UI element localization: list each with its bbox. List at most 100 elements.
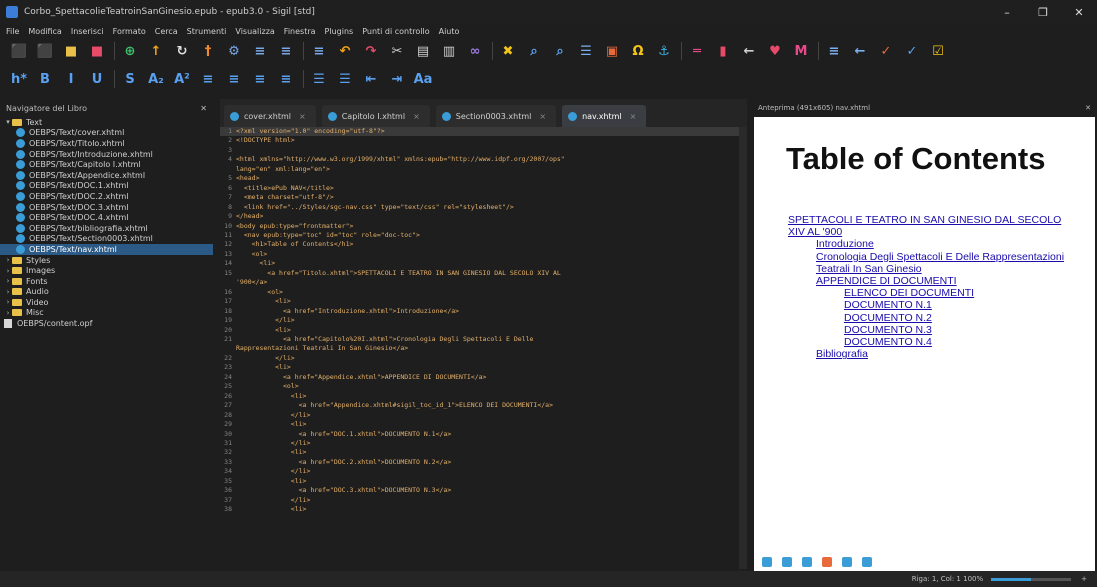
folder-item[interactable]: › Misc xyxy=(0,308,213,319)
menu-item[interactable]: Plugins xyxy=(325,27,354,36)
file-item[interactable]: OEBPS/Text/DOC.2.xhtml xyxy=(0,191,213,202)
close-button[interactable]: ✕ xyxy=(1061,0,1097,24)
case-icon[interactable]: Aa xyxy=(414,70,433,88)
search-replace-icon[interactable]: ⌕ xyxy=(551,42,569,60)
tab-close-icon[interactable]: × xyxy=(299,112,306,121)
refresh-icon[interactable]: ↻ xyxy=(173,42,191,60)
editor-tab[interactable]: nav.xhtml × xyxy=(562,105,647,127)
menu-item[interactable]: Punti di controllo xyxy=(362,27,429,36)
link-icon[interactable]: ∞ xyxy=(466,42,484,60)
file-item[interactable]: OEBPS/Text/Section0003.xhtml xyxy=(0,234,213,245)
panel-close-icon[interactable]: ✕ xyxy=(1085,104,1091,112)
code-view[interactable]: 1 <?xml version="1.0" encoding="utf-8"?> 2… xyxy=(220,127,747,569)
hyperlink-icon[interactable]: ═ xyxy=(688,42,706,60)
back-icon[interactable]: ← xyxy=(740,42,758,60)
list-indent-2-icon[interactable]: ≡ xyxy=(277,42,295,60)
editor-tab[interactable]: cover.xhtml × xyxy=(224,105,316,127)
redo-icon[interactable]: ↷ xyxy=(362,42,380,60)
grid-icon[interactable] xyxy=(782,557,792,567)
toc-link[interactable]: SPETTACOLI E TEATRO IN SAN GINESIO DAL S… xyxy=(788,214,1064,226)
menu-item[interactable]: Aiuto xyxy=(439,27,460,36)
open-book-icon[interactable]: ⬛ xyxy=(36,42,54,60)
folder-item[interactable]: › Styles xyxy=(0,255,213,266)
folder-item[interactable]: › Video xyxy=(0,297,213,308)
italic-icon[interactable]: I xyxy=(62,70,80,88)
toc-icon[interactable]: ≡ xyxy=(825,42,843,60)
split-icon[interactable]: † xyxy=(199,42,217,60)
menu-item[interactable]: File xyxy=(6,27,19,36)
file-item[interactable]: OEBPS/Text/cover.xhtml xyxy=(0,128,213,139)
indent-increase-icon[interactable]: ⇥ xyxy=(388,70,406,88)
inspect-icon[interactable] xyxy=(762,557,772,567)
toc-link[interactable]: Teatrali In San Ginesio xyxy=(788,263,1064,275)
indent-decrease-icon[interactable]: ⇤ xyxy=(362,70,380,88)
paste-icon[interactable]: ▥ xyxy=(440,42,458,60)
menu-item[interactable]: Visualizza xyxy=(235,27,274,36)
prev-icon[interactable]: ← xyxy=(851,42,869,60)
zoom-slider[interactable] xyxy=(991,577,1072,581)
menu-item[interactable]: Formato xyxy=(113,27,146,36)
file-item[interactable]: OEBPS/Text/DOC.3.xhtml xyxy=(0,202,213,213)
save-icon[interactable]: ■ xyxy=(88,42,106,60)
zoom-icon[interactable]: ⌕ xyxy=(525,42,543,60)
toc-link[interactable]: DOCUMENTO N.3 xyxy=(788,324,1064,336)
align-left-icon[interactable]: ≡ xyxy=(199,70,217,88)
settings-icon[interactable] xyxy=(842,557,852,567)
bullet-list-icon[interactable]: ☰ xyxy=(310,70,328,88)
strikethrough-icon[interactable]: S xyxy=(121,70,139,88)
subscript-icon[interactable]: A₂ xyxy=(147,70,165,88)
toc-link[interactable]: DOCUMENTO N.2 xyxy=(788,312,1064,324)
folder-icon[interactable]: ■ xyxy=(62,42,80,60)
toc-link[interactable]: Introduzione xyxy=(788,238,1064,250)
underline-icon[interactable]: U xyxy=(88,70,106,88)
table-icon[interactable]: ☰ xyxy=(577,42,595,60)
editor-tab[interactable]: Capitolo I.xhtml × xyxy=(321,105,430,127)
tab-close-icon[interactable]: × xyxy=(539,112,546,121)
tools-icon[interactable]: ✖ xyxy=(499,42,517,60)
menu-item[interactable]: Cerca xyxy=(155,27,178,36)
file-item[interactable]: OEBPS/Text/nav.xhtml xyxy=(0,244,213,255)
omega-icon[interactable]: Ω xyxy=(629,42,647,60)
panel-close-icon[interactable]: ✕ xyxy=(200,104,207,113)
editor-scrollbar[interactable] xyxy=(739,127,747,569)
align-center-icon[interactable]: ≡ xyxy=(225,70,243,88)
image-icon[interactable]: ▣ xyxy=(603,42,621,60)
file-item[interactable]: OEBPS/content.opf xyxy=(0,318,213,329)
expand-arrow-icon[interactable]: › xyxy=(4,277,12,285)
folder-item[interactable]: › Fonts xyxy=(0,276,213,287)
menu-item[interactable]: Inserisci xyxy=(71,27,104,36)
file-item[interactable]: OEBPS/Text/Appendice.xhtml xyxy=(0,170,213,181)
superscript-icon[interactable]: A² xyxy=(173,70,191,88)
copy-icon[interactable] xyxy=(802,557,812,567)
add-file-icon[interactable]: ⊕ xyxy=(121,42,139,60)
number-list-icon[interactable]: ☰ xyxy=(336,70,354,88)
anchor-icon[interactable]: ⚓ xyxy=(655,42,673,60)
copy-icon[interactable]: ▤ xyxy=(414,42,432,60)
cut-icon[interactable]: ✂ xyxy=(388,42,406,60)
list-indent-icon[interactable]: ≡ xyxy=(251,42,269,60)
bookmark-icon[interactable]: ▮ xyxy=(714,42,732,60)
folder-item[interactable]: › Images xyxy=(0,265,213,276)
align-right-icon[interactable]: ≡ xyxy=(251,70,269,88)
tab-close-icon[interactable]: × xyxy=(413,112,420,121)
toc-link[interactable]: DOCUMENTO N.1 xyxy=(788,299,1064,311)
collapse-arrow-icon[interactable]: ▾ xyxy=(4,118,12,126)
new-book-icon[interactable]: ⬛ xyxy=(10,42,28,60)
gear-icon[interactable]: ⚙ xyxy=(225,42,243,60)
toc-link[interactable]: Bibliografia xyxy=(788,348,1064,360)
justify-icon[interactable]: ≡ xyxy=(277,70,295,88)
menu-item[interactable]: Strumenti xyxy=(187,27,227,36)
editor-tab[interactable]: Section0003.xhtml × xyxy=(435,105,557,127)
minimize-button[interactable]: – xyxy=(989,0,1025,24)
toc-link[interactable]: Cronologia Degli Spettacoli E Delle Rapp… xyxy=(788,251,1064,263)
file-item[interactable]: OEBPS/Text/DOC.4.xhtml xyxy=(0,212,213,223)
expand-arrow-icon[interactable]: › xyxy=(4,288,12,296)
expand-arrow-icon[interactable]: › xyxy=(4,309,12,317)
expand-arrow-icon[interactable]: › xyxy=(4,298,12,306)
validate-icon[interactable]: ✓ xyxy=(903,42,921,60)
menu-item[interactable]: Finestra xyxy=(284,27,316,36)
toc-link[interactable]: XIV AL '900 xyxy=(788,226,1064,238)
metadata-icon[interactable]: M xyxy=(792,42,810,60)
zoom-in-icon[interactable]: + xyxy=(1081,575,1087,583)
toc-link[interactable]: DOCUMENTO N.4 xyxy=(788,336,1064,348)
